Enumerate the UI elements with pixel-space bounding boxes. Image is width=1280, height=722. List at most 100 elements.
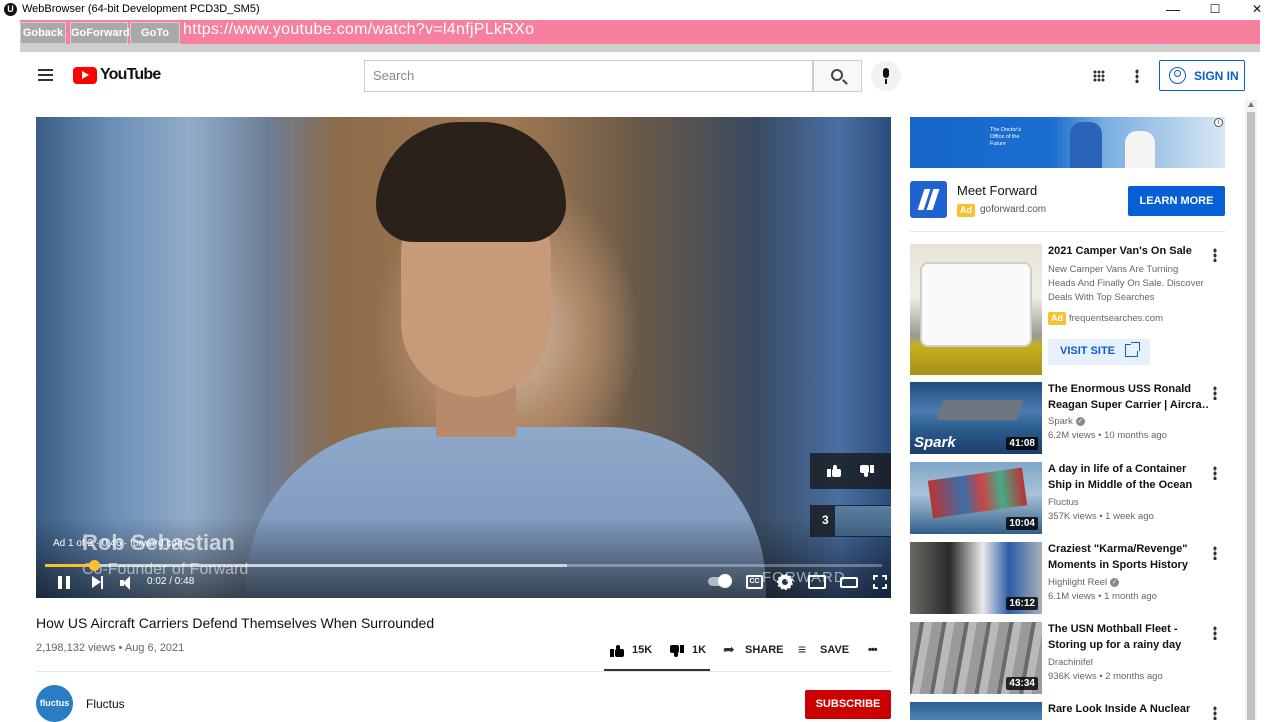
related-channel[interactable]: Highlight Reel ✓ xyxy=(1048,577,1120,588)
related-title[interactable]: The USN Mothball Fleet - xyxy=(1048,621,1208,637)
app-logo-icon: U xyxy=(4,3,17,16)
related-more-icon[interactable] xyxy=(1213,466,1217,480)
related-more-icon[interactable] xyxy=(1213,706,1217,720)
related-title[interactable]: Moments in Sports History xyxy=(1048,557,1208,573)
nav-separator xyxy=(20,44,1260,52)
progress-bar-played xyxy=(45,564,94,567)
ad-thumbs-up-icon[interactable] xyxy=(827,465,841,477)
close-button[interactable]: ✕ xyxy=(1234,0,1280,20)
ad-thumbs-down-icon[interactable] xyxy=(860,465,874,477)
promo-title[interactable]: 2021 Camper Van's On Sale xyxy=(1048,243,1208,259)
scroll-up-arrow-icon[interactable] xyxy=(1248,102,1254,107)
skip-countdown-box[interactable]: 3 xyxy=(810,505,891,537)
related-more-icon[interactable] xyxy=(1213,386,1217,400)
related-channel[interactable]: Spark ✓ xyxy=(1048,416,1085,427)
learn-more-button[interactable]: LEARN MORE xyxy=(1128,186,1225,216)
spark-thumb-logo: Spark xyxy=(914,434,956,451)
youtube-logo-icon[interactable] xyxy=(73,67,97,84)
channel-avatar[interactable]: fluctus xyxy=(36,685,73,722)
settings-gear-icon[interactable] xyxy=(777,574,793,590)
miniplayer-icon[interactable] xyxy=(808,575,826,589)
container-ship-shape xyxy=(927,467,1028,519)
save-button[interactable]: SAVE xyxy=(820,644,849,656)
pause-icon[interactable] xyxy=(58,576,70,589)
ad-vote-box xyxy=(810,453,891,489)
minimize-button[interactable]: — xyxy=(1150,0,1196,20)
more-actions-icon[interactable]: ••• xyxy=(868,644,878,656)
sign-in-button[interactable]: SIGN IN xyxy=(1159,60,1245,91)
sign-in-label: SIGN IN xyxy=(1194,69,1239,83)
related-more-icon[interactable] xyxy=(1213,626,1217,640)
video-title: How US Aircraft Carriers Defend Themselv… xyxy=(36,615,435,631)
ad-info-icon[interactable]: i xyxy=(1214,118,1223,127)
dislike-count[interactable]: 1K xyxy=(692,644,706,656)
settings-menu-icon[interactable] xyxy=(1135,69,1139,83)
video-player[interactable]: Rob Sebastian Co-Founder of Forward Ad 1… xyxy=(36,117,891,598)
scrollbar-thumb[interactable] xyxy=(1247,112,1255,720)
related-title[interactable]: Rare Look Inside A Nuclear xyxy=(1048,701,1208,717)
dislike-icon[interactable] xyxy=(670,645,684,657)
search-button[interactable] xyxy=(813,60,862,92)
captions-icon[interactable]: CC xyxy=(746,575,763,589)
section-divider xyxy=(36,671,891,672)
related-channel[interactable]: Fluctus xyxy=(1048,497,1079,508)
ad-banner-person xyxy=(1125,131,1155,168)
duration-badge: 43:34 xyxy=(1006,677,1038,690)
related-meta: 936K views • 2 months ago xyxy=(1048,671,1163,682)
search-input[interactable]: Search xyxy=(364,60,813,92)
related-title[interactable]: The Enormous USS Ronald xyxy=(1048,381,1208,397)
related-meta: 6.2M views • 10 months ago xyxy=(1048,430,1167,441)
autoplay-toggle[interactable] xyxy=(708,574,732,588)
ad-badge: Ad xyxy=(957,204,975,217)
apps-grid-icon[interactable] xyxy=(1093,70,1105,82)
menu-icon[interactable] xyxy=(38,69,53,81)
channel-name[interactable]: Fluctus xyxy=(86,697,125,711)
url-field[interactable]: https://www.youtube.com/watch?v=l4nfjPLk… xyxy=(183,21,534,39)
youtube-logo-text[interactable]: YouTube xyxy=(100,66,161,84)
advertiser-name[interactable]: Meet Forward xyxy=(957,183,1037,198)
related-thumbnail[interactable]: 10:04 xyxy=(910,462,1042,534)
window-left-border xyxy=(0,20,20,720)
share-button[interactable]: SHARE xyxy=(745,644,784,656)
ad-info-text: Ad 1 of 2 · 0:46 · forward.com xyxy=(53,538,186,549)
related-title[interactable]: Reagan Super Carrier | Aircra… xyxy=(1048,397,1208,413)
goto-button[interactable]: GoTo xyxy=(130,22,180,44)
advertiser-logo-icon[interactable] xyxy=(910,181,947,218)
maximize-button[interactable]: ☐ xyxy=(1192,0,1238,20)
progress-bar-buffered xyxy=(45,564,567,567)
related-title[interactable]: Storing up for a rainy day xyxy=(1048,637,1208,653)
goforward-button[interactable]: GoForward xyxy=(70,22,130,44)
verified-icon: ✓ xyxy=(1075,416,1085,426)
promo-more-icon[interactable] xyxy=(1213,248,1217,262)
time-display: 0:02 / 0:48 xyxy=(147,576,195,587)
related-channel[interactable]: Drachinifel xyxy=(1048,657,1093,668)
theater-mode-icon[interactable] xyxy=(840,577,858,588)
goback-button[interactable]: Goback xyxy=(20,22,66,44)
share-icon[interactable]: ➦ xyxy=(723,641,735,658)
like-count[interactable]: 15K xyxy=(632,644,652,656)
related-title[interactable]: Craziest "Karma/Revenge" xyxy=(1048,541,1208,557)
related-thumbnail[interactable]: 16:12 xyxy=(910,542,1042,614)
related-title[interactable]: A day in life of a Container xyxy=(1048,461,1208,477)
skip-next-icon[interactable] xyxy=(92,576,104,589)
visit-site-button[interactable]: VISIT SITE xyxy=(1048,339,1150,365)
subscribe-button[interactable]: SUBSCRIBE xyxy=(805,690,891,719)
progress-scrubber-handle[interactable] xyxy=(89,560,100,571)
external-link-icon xyxy=(1125,342,1140,357)
video-meta: 2,198,132 views • Aug 6, 2021 xyxy=(36,642,185,654)
ad-banner-tagline: The Doctor's Office of the Future xyxy=(990,127,1022,147)
related-thumbnail[interactable]: Spark 41:08 xyxy=(910,382,1042,454)
like-icon[interactable] xyxy=(610,645,624,657)
promo-thumbnail[interactable] xyxy=(910,244,1042,375)
verified-icon: ✓ xyxy=(1110,577,1120,587)
save-playlist-icon[interactable]: ≡ xyxy=(798,641,806,657)
page-scrollbar[interactable] xyxy=(1245,100,1257,720)
ad-banner-image[interactable]: The Doctor's Office of the Future xyxy=(910,117,1225,168)
voice-search-icon[interactable] xyxy=(871,61,901,91)
advertiser-domain: goforward.com xyxy=(980,204,1047,215)
related-thumbnail[interactable]: 43:34 xyxy=(910,622,1042,694)
related-title[interactable]: Ship in Middle of the Ocean xyxy=(1048,477,1208,493)
related-thumbnail[interactable] xyxy=(910,702,1042,720)
volume-icon[interactable] xyxy=(120,576,136,590)
related-more-icon[interactable] xyxy=(1213,546,1217,560)
